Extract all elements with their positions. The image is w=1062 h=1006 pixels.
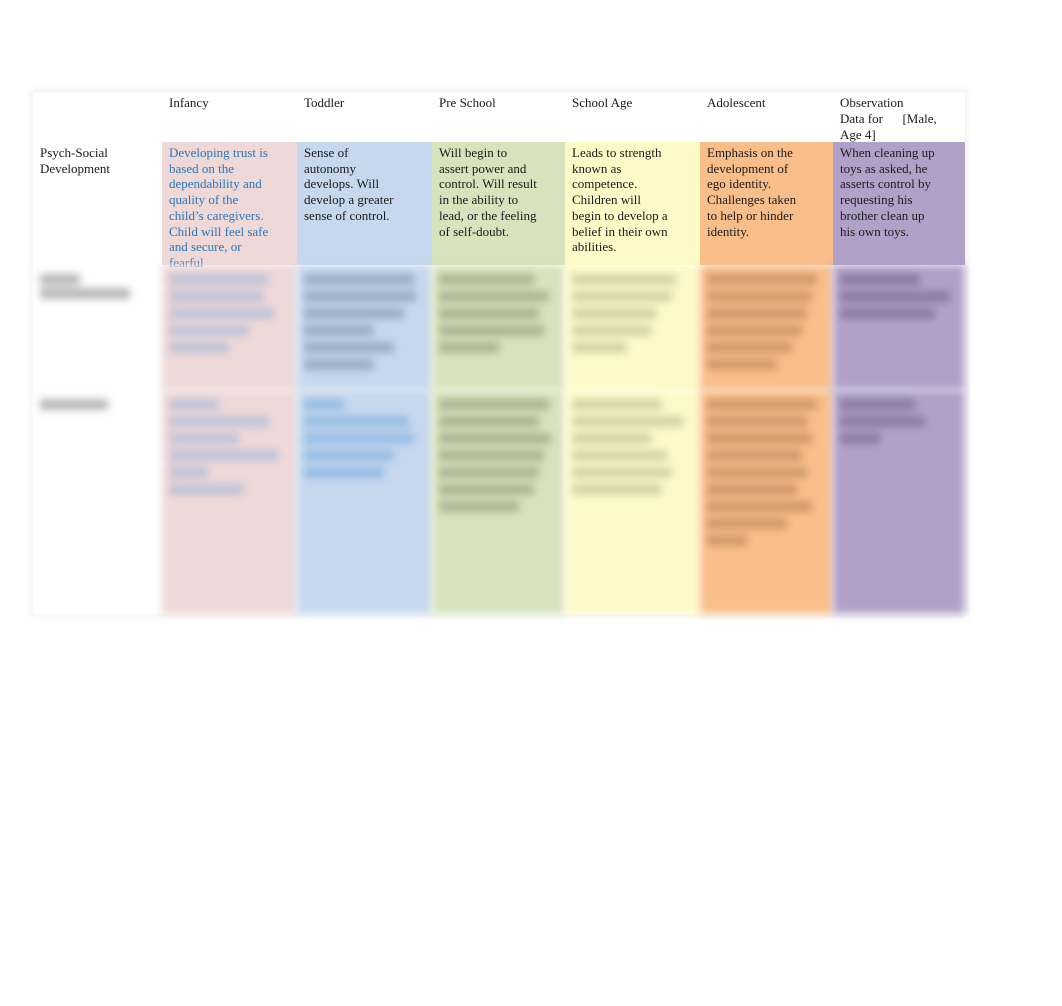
- cell-adolescent-psych-social: Emphasis on the development of ego ident…: [700, 142, 833, 265]
- header-school-age: School Age: [565, 92, 700, 142]
- cell-toddler-blurred-3: [297, 390, 432, 614]
- row-label-psych-social: Psych-Social Development: [33, 142, 162, 265]
- cell-school-age-blurred-2: [565, 265, 700, 390]
- header-adolescent-text: Adolescent: [707, 95, 766, 110]
- cell-toddler-text: Sense of autonomy develops. Will develop…: [304, 145, 394, 223]
- header-infancy-text: Infancy: [169, 95, 209, 110]
- row-label-blurred-2: [33, 265, 162, 390]
- header-preschool: Pre School: [432, 92, 565, 142]
- row-label-text: Psych-Social Development: [40, 145, 111, 176]
- header-observation-line3: Age 4]: [840, 127, 876, 142]
- header-toddler-text: Toddler: [304, 95, 345, 110]
- cell-adolescent-blurred-2: [700, 265, 833, 390]
- header-adolescent: Adolescent: [700, 92, 833, 142]
- cell-observation-blurred-2: [833, 265, 965, 390]
- header-observation-line1: Observation: [840, 95, 904, 110]
- header-observation: Observation Data for [Male, Age 4]: [833, 92, 965, 142]
- header-preschool-text: Pre School: [439, 95, 496, 110]
- cell-school-age-psych-social: Leads to strength known as competence. C…: [565, 142, 700, 265]
- cell-preschool-psych-social: Will begin to assert power and control. …: [432, 142, 565, 265]
- cell-observation-text: When cleaning up toys as asked, he asser…: [840, 145, 935, 239]
- header-cell-empty: [33, 92, 162, 142]
- cell-preschool-text: Will begin to assert power and control. …: [439, 145, 537, 239]
- cell-infancy-text: Developing trust is based on the dependa…: [169, 145, 269, 270]
- cell-preschool-blurred-3: [432, 390, 565, 614]
- cell-adolescent-text: Emphasis on the development of ego ident…: [707, 145, 797, 239]
- row-label-blurred-3: [33, 390, 162, 614]
- cell-observation-blurred-3: [833, 390, 965, 614]
- header-school-age-text: School Age: [572, 95, 633, 110]
- header-infancy: Infancy: [162, 92, 297, 142]
- cell-adolescent-blurred-3: [700, 390, 833, 614]
- cell-preschool-blurred-2: [432, 265, 565, 390]
- cell-infancy-blurred-2: [162, 265, 297, 390]
- cell-toddler-psych-social: Sense of autonomy develops. Will develop…: [297, 142, 432, 265]
- cell-school-age-blurred-3: [565, 390, 700, 614]
- development-table: Psych-Social Development Infancy Develop…: [33, 92, 965, 614]
- header-observation-line2: Data for [Male,: [840, 111, 937, 126]
- cell-infancy-psych-social: Developing trust is based on the dependa…: [162, 142, 297, 270]
- cell-observation-psych-social: When cleaning up toys as asked, he asser…: [833, 142, 965, 265]
- cell-school-age-text: Leads to strength known as competence. C…: [572, 145, 668, 255]
- header-toddler: Toddler: [297, 92, 432, 142]
- cell-toddler-blurred-2: [297, 265, 432, 390]
- cell-infancy-blurred-3: [162, 390, 297, 614]
